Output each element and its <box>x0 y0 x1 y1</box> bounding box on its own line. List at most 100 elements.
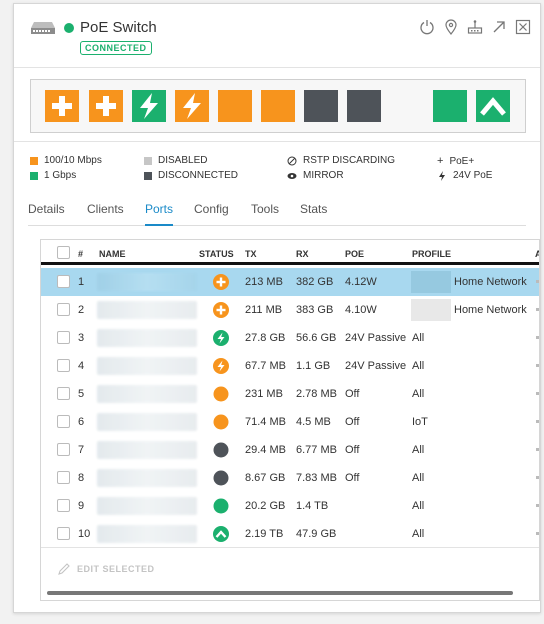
port-status-icon <box>213 302 229 318</box>
select-all-checkbox[interactable] <box>57 246 70 259</box>
tab-clients[interactable]: Clients <box>87 202 124 226</box>
port-tx: 71.4 MB <box>245 416 286 428</box>
edit-selected-button[interactable]: EDIT SELECTED <box>57 562 155 576</box>
col-tx[interactable]: TX <box>245 249 257 259</box>
profile-color-redacted <box>411 299 451 321</box>
col-profile[interactable]: PROFILE <box>412 249 451 259</box>
table-row[interactable]: 10 2.19 TB 47.9 GB All <box>41 520 539 548</box>
table-row[interactable]: 4 67.7 MB 1.1 GB 24V Passive All <box>41 352 539 380</box>
legend-mirror: MIRROR <box>287 170 344 181</box>
port-profile: All <box>412 388 425 400</box>
port-profile: All <box>412 500 425 512</box>
table-footer-divider <box>41 547 539 548</box>
legend-disabled: DISABLED <box>144 155 207 166</box>
port-number: 7 <box>78 444 85 456</box>
col-status[interactable]: STATUS <box>199 249 234 259</box>
close-icon[interactable] <box>514 18 532 36</box>
row-overflow-marker <box>536 336 539 339</box>
col-name[interactable]: NAME <box>99 249 126 259</box>
row-overflow-marker <box>536 280 539 283</box>
tab-ports[interactable]: Ports <box>145 202 174 226</box>
status-badge: CONNECTED <box>80 41 152 55</box>
port-10-icon[interactable] <box>476 90 510 122</box>
port-7-icon[interactable] <box>304 90 338 122</box>
port-name-redacted <box>97 497 197 515</box>
port-9-icon[interactable] <box>433 90 467 122</box>
port-number: 1 <box>78 276 85 288</box>
row-checkbox[interactable] <box>57 359 70 372</box>
row-overflow-marker <box>536 364 539 367</box>
port-rx: 6.77 MB <box>296 444 337 456</box>
port-name-redacted <box>97 357 197 375</box>
col-poe[interactable]: POE <box>345 249 364 259</box>
row-checkbox[interactable] <box>57 527 70 540</box>
port-4-icon[interactable] <box>175 90 209 122</box>
row-checkbox[interactable] <box>57 331 70 344</box>
port-status-icon <box>213 442 229 458</box>
port-tx: 8.67 GB <box>245 472 286 484</box>
port-status-icon <box>213 414 229 430</box>
port-number: 5 <box>78 388 85 400</box>
horizontal-scrollbar[interactable] <box>47 591 513 595</box>
legend-disconnected: DISCONNECTED <box>144 170 238 181</box>
row-checkbox[interactable] <box>57 499 70 512</box>
panel-header: PoE Switch CONNECTED <box>14 4 540 68</box>
col-rx[interactable]: RX <box>296 249 309 259</box>
port-status-icon <box>213 498 229 514</box>
profile-color-redacted <box>411 271 451 293</box>
port-3-icon[interactable] <box>132 90 166 122</box>
device-manage-icon[interactable] <box>466 18 484 36</box>
port-rx: 1.4 TB <box>296 500 329 512</box>
row-checkbox[interactable] <box>57 303 70 316</box>
port-2-icon[interactable] <box>89 90 123 122</box>
port-profile: IoT <box>412 416 428 428</box>
row-checkbox[interactable] <box>57 387 70 400</box>
port-tx: 20.2 GB <box>245 500 286 512</box>
col-more[interactable]: A <box>535 249 539 259</box>
port-status-icon <box>213 526 229 542</box>
port-rx: 4.5 MB <box>296 416 331 428</box>
port-name-redacted <box>97 385 197 403</box>
col-number[interactable]: # <box>78 249 83 259</box>
port-1-icon[interactable] <box>45 90 79 122</box>
tab-stats[interactable]: Stats <box>300 202 327 226</box>
table-row[interactable]: 7 29.4 MB 6.77 MB Off All <box>41 436 539 464</box>
port-profile: All <box>412 332 425 344</box>
port-name-redacted <box>97 441 197 459</box>
table-row[interactable]: 1 213 MB 382 GB 4.12W Home Network <box>41 268 539 296</box>
locate-icon[interactable] <box>442 18 460 36</box>
row-checkbox[interactable] <box>57 415 70 428</box>
legend-rstp: RSTP DISCARDING <box>287 155 395 166</box>
device-panel: PoE Switch CONNECTED 100/10 Mbps 1 Gbps … <box>13 3 541 613</box>
restart-icon[interactable] <box>418 18 436 36</box>
row-overflow-marker <box>536 448 539 451</box>
port-tx: 213 MB <box>245 276 283 288</box>
row-checkbox[interactable] <box>57 443 70 456</box>
port-5-icon[interactable] <box>218 90 252 122</box>
row-overflow-marker <box>536 392 539 395</box>
port-rx: 382 GB <box>296 276 334 288</box>
table-row[interactable]: 2 211 MB 383 GB 4.10W Home Network <box>41 296 539 324</box>
port-rx: 383 GB <box>296 304 334 316</box>
legend-1gbps: 1 Gbps <box>30 170 76 181</box>
row-checkbox[interactable] <box>57 275 70 288</box>
port-status-icon <box>213 330 229 346</box>
port-6-icon[interactable] <box>261 90 295 122</box>
device-title: PoE Switch <box>80 19 157 36</box>
port-name-redacted <box>97 329 197 347</box>
open-external-icon[interactable] <box>490 18 508 36</box>
tab-details[interactable]: Details <box>28 202 65 226</box>
table-row[interactable]: 6 71.4 MB 4.5 MB Off IoT <box>41 408 539 436</box>
table-row[interactable]: 3 27.8 GB 56.6 GB 24V Passive All <box>41 324 539 352</box>
port-rx: 7.83 MB <box>296 472 337 484</box>
port-number: 8 <box>78 472 85 484</box>
row-checkbox[interactable] <box>57 471 70 484</box>
table-row[interactable]: 8 8.67 GB 7.83 MB Off All <box>41 464 539 492</box>
row-overflow-marker <box>536 504 539 507</box>
port-poe: 4.12W <box>345 276 377 288</box>
port-8-icon[interactable] <box>347 90 381 122</box>
tab-config[interactable]: Config <box>194 202 229 226</box>
table-row[interactable]: 9 20.2 GB 1.4 TB All <box>41 492 539 520</box>
table-row[interactable]: 5 231 MB 2.78 MB Off All <box>41 380 539 408</box>
tab-tools[interactable]: Tools <box>251 202 279 226</box>
